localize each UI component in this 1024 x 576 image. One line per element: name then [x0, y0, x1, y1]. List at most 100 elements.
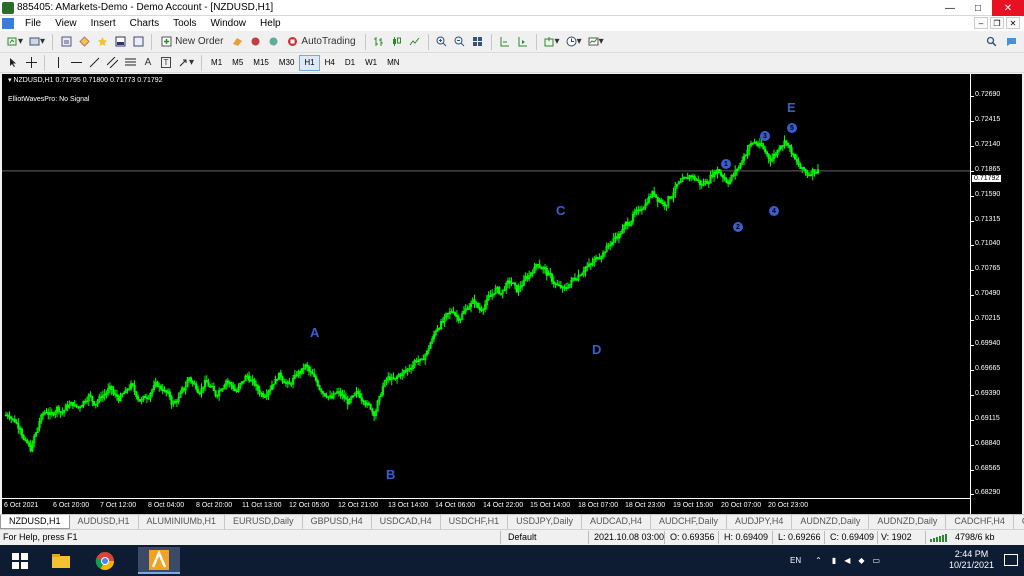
chart-shift-icon[interactable] — [497, 33, 513, 51]
options-icon[interactable] — [247, 33, 263, 51]
menu-window[interactable]: Window — [203, 18, 253, 29]
mdi-close-button[interactable]: ✕ — [1006, 17, 1020, 29]
timeframe-h1[interactable]: H1 — [299, 54, 320, 71]
market-watch-icon[interactable] — [58, 33, 74, 51]
new-chart-icon[interactable]: ▾ — [5, 33, 25, 51]
timeframe-mn[interactable]: MN — [382, 55, 404, 71]
close-button[interactable]: ✕ — [992, 0, 1024, 16]
chart-tab[interactable]: CA — [1014, 515, 1024, 529]
candle-body — [690, 175, 693, 177]
start-button[interactable] — [0, 545, 40, 576]
time-tick-label: 18 Oct 23:00 — [625, 502, 666, 509]
time-axis[interactable]: 6 Oct 2021 6 Oct 20:00 7 Oct 12:00 8 Oct 04… — [2, 498, 970, 514]
autotrading-button[interactable]: AutoTrading — [283, 33, 359, 51]
auto-scroll-icon[interactable] — [515, 33, 531, 51]
chart-tab[interactable]: AUDCAD,H4 — [582, 515, 651, 529]
text-label-tool[interactable]: T — [158, 54, 174, 72]
chart-tab[interactable]: AUDUSD,H1 — [70, 515, 139, 529]
candle-body — [191, 380, 194, 384]
terminal-icon[interactable] — [112, 33, 128, 51]
bar-open: O: 0.69356 — [670, 532, 715, 542]
timeframe-d1[interactable]: D1 — [340, 55, 360, 71]
horizontal-line-icon[interactable] — [68, 54, 84, 72]
candlestick-icon[interactable] — [389, 33, 405, 51]
notifications-icon[interactable] — [1004, 554, 1018, 566]
minimize-button[interactable]: — — [936, 0, 964, 16]
zoom-out-icon[interactable] — [452, 33, 468, 51]
vertical-line-icon[interactable] — [50, 54, 66, 72]
chat-icon[interactable] — [1003, 33, 1019, 51]
timeframe-h4[interactable]: H4 — [320, 55, 340, 71]
fibonacci-icon[interactable] — [122, 54, 138, 72]
menu-view[interactable]: View — [48, 18, 84, 29]
crosshair-icon[interactable] — [23, 54, 39, 72]
chart-tab[interactable]: USDCHF,H1 — [441, 515, 509, 529]
text-tool[interactable]: A — [140, 54, 156, 72]
signals-icon[interactable] — [265, 33, 281, 51]
menu-tools[interactable]: Tools — [166, 18, 203, 29]
price-tick — [971, 320, 974, 322]
chart-tab[interactable]: ALUMINIUMb,H1 — [139, 515, 226, 529]
volume-icon[interactable]: ◀ — [844, 556, 850, 565]
candle-body — [478, 307, 481, 311]
language-indicator[interactable]: EN — [790, 556, 801, 565]
chart-tab[interactable]: GBPUSD,H4 — [303, 515, 372, 529]
metaeditor-icon[interactable] — [229, 33, 245, 51]
profiles-icon[interactable]: ▾ — [27, 33, 47, 51]
chart-tab[interactable]: USDJPY,Daily — [508, 515, 582, 529]
timeframe-m30[interactable]: M30 — [274, 55, 300, 71]
menu-charts[interactable]: Charts — [123, 18, 166, 29]
candle-body — [755, 141, 758, 145]
chart-window[interactable]: ▾ NZDUSD,H1 0.71795 0.71800 0.71773 0.71… — [2, 74, 1022, 514]
candle-body — [556, 283, 559, 286]
connection-icon[interactable] — [930, 533, 952, 544]
zoom-in-icon[interactable] — [434, 33, 450, 51]
timeframe-m15[interactable]: M15 — [248, 55, 274, 71]
metatrader-taskbar-icon[interactable] — [138, 547, 180, 574]
chart-tab[interactable]: EURUSD,Daily — [225, 515, 303, 529]
line-chart-icon[interactable] — [407, 33, 423, 51]
battery-icon[interactable]: ▭ — [873, 556, 881, 565]
timeframe-m1[interactable]: M1 — [206, 55, 227, 71]
cursor-icon[interactable] — [5, 54, 21, 72]
maximize-button[interactable]: □ — [964, 0, 992, 16]
data-window-icon[interactable] — [76, 33, 92, 51]
channel-icon[interactable] — [104, 54, 120, 72]
price-tick-label: 0.69940 — [975, 340, 1001, 347]
tray-app-icon[interactable]: ◆ — [858, 556, 864, 565]
new-order-button[interactable]: New Order — [157, 33, 227, 51]
templates-icon[interactable]: ▾ — [586, 33, 606, 51]
mdi-restore-button[interactable]: ❐ — [990, 17, 1004, 29]
trendline-icon[interactable] — [86, 54, 102, 72]
chart-tab[interactable]: NZDUSD,H1 — [0, 515, 70, 529]
chart-tab[interactable]: AUDCHF,Daily — [651, 515, 727, 529]
candle-body — [45, 412, 48, 414]
candle-body — [563, 286, 566, 289]
tile-windows-icon[interactable] — [470, 33, 486, 51]
chart-tab[interactable]: USDCAD,H4 — [372, 515, 441, 529]
arrows-icon[interactable]: ▾ — [176, 54, 196, 72]
tray-chevron-icon[interactable]: ⌃ — [815, 556, 822, 565]
chart-tab[interactable]: CADCHF,H4 — [946, 515, 1014, 529]
periods-icon[interactable]: ▾ — [564, 33, 584, 51]
candle-body — [284, 382, 288, 384]
indicators-icon[interactable]: ▾ — [542, 33, 562, 51]
navigator-icon[interactable] — [94, 33, 110, 51]
chart-tab[interactable]: AUDNZD,Daily — [869, 515, 947, 529]
network-icon[interactable]: ▮ — [832, 556, 836, 565]
chart-tab[interactable]: AUDJPY,H4 — [727, 515, 793, 529]
bar-chart-icon[interactable] — [371, 33, 387, 51]
mdi-minimize-button[interactable]: – — [974, 17, 988, 29]
menu-help[interactable]: Help — [253, 18, 288, 29]
menu-insert[interactable]: Insert — [84, 18, 123, 29]
explorer-taskbar-icon[interactable] — [42, 547, 80, 574]
search-icon[interactable] — [983, 33, 999, 51]
chart-tab[interactable]: AUDNZD,Daily — [792, 515, 870, 529]
menu-file[interactable]: File — [18, 18, 48, 29]
chrome-taskbar-icon[interactable] — [86, 547, 124, 574]
taskbar-clock[interactable]: 2:44 PM 10/21/2021 — [949, 549, 994, 571]
timeframe-w1[interactable]: W1 — [360, 55, 382, 71]
price-axis[interactable]: 0.71792 0.72690 0.72415 0.72140 0.71865 0.71… — [970, 74, 1022, 514]
timeframe-m5[interactable]: M5 — [227, 55, 248, 71]
strategy-tester-icon[interactable] — [130, 33, 146, 51]
